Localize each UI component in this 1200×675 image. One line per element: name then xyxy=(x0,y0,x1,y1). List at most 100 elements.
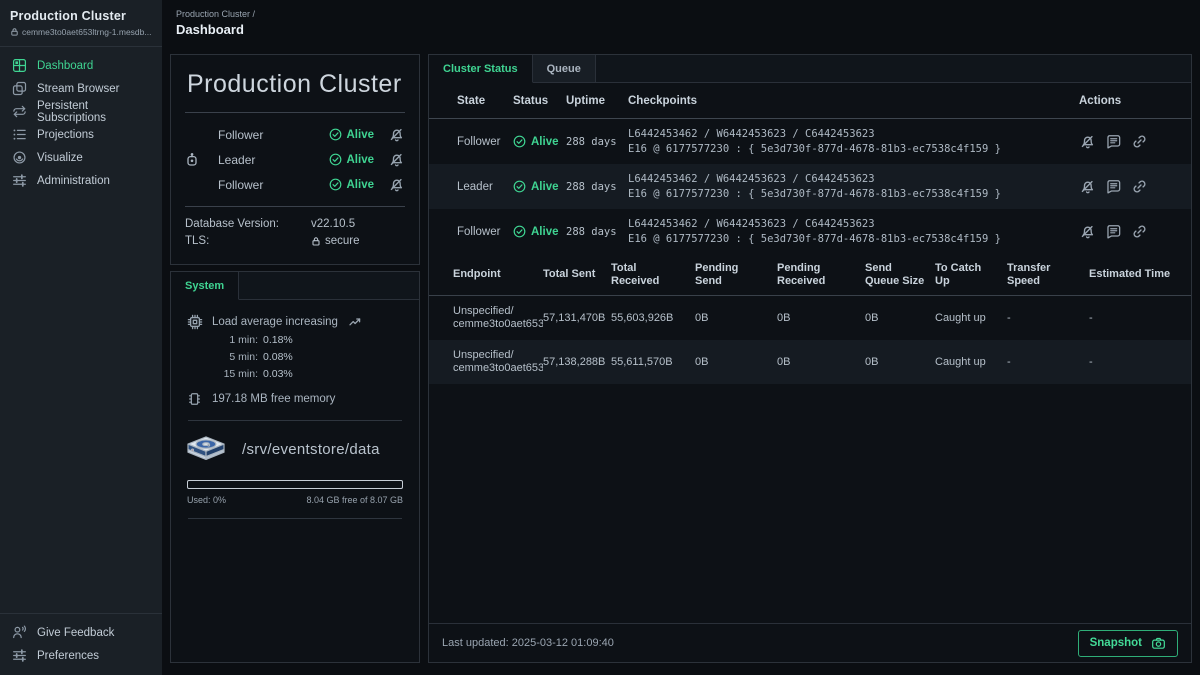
col-pending-received: Pending Received xyxy=(777,262,865,288)
disk-usage-labels: Used: 0% 8.04 GB free of 8.07 GB xyxy=(187,495,403,505)
sidebar-item-give-feedback[interactable]: Give Feedback xyxy=(0,621,162,644)
node-role: Follower xyxy=(218,128,329,142)
transfer-speed-cell: - xyxy=(1007,312,1089,324)
load-average-row: Load average increasing xyxy=(187,314,403,330)
tls-value: secure xyxy=(311,235,360,247)
message-log-icon[interactable] xyxy=(1105,223,1122,240)
load-value: 0.03% xyxy=(263,368,293,381)
replication-table-row: Unspecified/ cemme3to0aet653ltrng-1.mesd… xyxy=(429,296,1191,340)
snapshot-button-label: Snapshot xyxy=(1090,637,1142,649)
col-send-queue-size: Send Queue Size xyxy=(865,262,935,288)
uptime-cell: 288 days xyxy=(566,226,628,238)
system-body: Load average increasing 1 min: 0.18% xyxy=(171,300,419,533)
endpoint-line-2: cemme3to0aet653ltrng-1.mesdb... xyxy=(453,318,543,331)
system-panel: System Load average increasing xyxy=(170,271,420,663)
check-circle-icon xyxy=(513,135,526,148)
endpoint-line-1: Unspecified/ xyxy=(453,349,543,362)
tab-queue[interactable]: Queue xyxy=(533,55,596,82)
panel-empty-space xyxy=(429,384,1191,623)
message-log-icon[interactable] xyxy=(1105,133,1122,150)
disk-path: /srv/eventstore/data xyxy=(242,441,380,458)
cluster-status-panel: Cluster Status Queue State Status Uptime… xyxy=(428,54,1192,663)
bell-slash-icon[interactable] xyxy=(1079,133,1096,150)
sidebar-item-label: Persistent Subscriptions xyxy=(37,100,150,124)
content: Production Cluster Follower Alive xyxy=(170,54,1192,675)
link-icon[interactable] xyxy=(1131,178,1148,195)
overview-title: Production Cluster xyxy=(187,70,405,99)
node-row-follower-1: Follower Alive xyxy=(185,122,405,147)
state-cell: Follower xyxy=(457,226,513,238)
leader-badge-icon xyxy=(185,153,205,167)
sidebar-item-stream-browser[interactable]: Stream Browser xyxy=(0,77,162,100)
bell-slash-icon[interactable] xyxy=(1079,223,1096,240)
sidebar-item-label: Preferences xyxy=(37,650,99,662)
checkpoint-line-1: L6442453462 / W6442453623 / C6442453623 xyxy=(628,127,1079,142)
load-average-lines: 1 min: 0.18% 5 min: 0.08% 15 min: 0.03% xyxy=(212,334,403,381)
message-log-icon[interactable] xyxy=(1105,178,1122,195)
to-catch-up-cell: Caught up xyxy=(935,356,1007,368)
bell-slash-icon[interactable] xyxy=(388,126,405,143)
col-status: Status xyxy=(513,95,566,107)
tab-cluster-status[interactable]: Cluster Status xyxy=(429,55,533,83)
pending-received-cell: 0B xyxy=(777,312,865,324)
check-circle-icon xyxy=(513,180,526,193)
lock-icon xyxy=(10,27,19,37)
pending-send-cell: 0B xyxy=(695,312,777,324)
bell-slash-icon[interactable] xyxy=(388,151,405,168)
memory-chip-icon xyxy=(187,391,203,407)
snapshot-button[interactable]: Snapshot xyxy=(1078,630,1178,657)
sliders-icon xyxy=(12,173,27,188)
to-catch-up-cell: Caught up xyxy=(935,312,1007,324)
load-value: 0.18% xyxy=(263,334,293,347)
link-icon[interactable] xyxy=(1131,223,1148,240)
repeat-icon xyxy=(12,104,27,119)
last-updated-text: Last updated: 2025-03-12 01:09:40 xyxy=(442,637,614,649)
load-label: 5 min: xyxy=(212,351,258,364)
send-queue-size-cell: 0B xyxy=(865,312,935,324)
link-icon[interactable] xyxy=(1131,133,1148,150)
list-icon xyxy=(12,127,27,142)
checkpoint-line-1: L6442453462 / W6442453623 / C6442453623 xyxy=(628,172,1079,187)
panel-footer: Last updated: 2025-03-12 01:09:40 Snapsh… xyxy=(429,623,1191,662)
sidebar-item-preferences[interactable]: Preferences xyxy=(0,644,162,667)
free-memory-text: 197.18 MB free memory xyxy=(212,393,335,405)
sidebar-item-persistent-subscriptions[interactable]: Persistent Subscriptions xyxy=(0,100,162,123)
checkpoint-line-2: E16 @ 6177577230 : { 5e3d730f-877d-4678-… xyxy=(628,187,1079,202)
layers-icon xyxy=(12,81,27,96)
sidebar-item-administration[interactable]: Administration xyxy=(0,169,162,192)
state-cell: Follower xyxy=(457,136,513,148)
endpoint-cell: Unspecified/ cemme3to0aet653ltrng-1.mesd… xyxy=(453,349,543,375)
total-sent-cell: 57,138,288B xyxy=(543,356,611,368)
breadcrumb[interactable]: Production Cluster / xyxy=(176,9,1192,19)
col-pending-send: Pending Send xyxy=(695,262,777,288)
sidebar-item-dashboard[interactable]: Dashboard xyxy=(0,54,162,77)
cluster-title: Production Cluster xyxy=(10,9,152,23)
tls-value-text: secure xyxy=(325,235,360,247)
estimated-time-cell: - xyxy=(1089,356,1183,368)
col-endpoint: Endpoint xyxy=(453,268,543,281)
trending-up-icon xyxy=(349,318,361,326)
col-state: State xyxy=(457,95,513,107)
total-received-cell: 55,611,570B xyxy=(611,356,695,368)
load-line-5min: 5 min: 0.08% xyxy=(212,351,403,364)
sidebar-item-projections[interactable]: Projections xyxy=(0,123,162,146)
estimated-time-cell: - xyxy=(1089,312,1183,324)
node-status-label: Alive xyxy=(347,179,375,191)
sidebar-item-visualize[interactable]: Visualize xyxy=(0,146,162,169)
disk-usage-bar xyxy=(187,480,403,489)
tab-system[interactable]: System xyxy=(171,272,239,300)
status-table-header: State Status Uptime Checkpoints Actions xyxy=(429,83,1191,119)
sidebar-item-label: Dashboard xyxy=(37,60,93,72)
left-column: Production Cluster Follower Alive xyxy=(170,54,420,663)
load-label: 15 min: xyxy=(212,368,258,381)
endpoint-line-2: cemme3to0aet653ltrng-1.mesdb... xyxy=(453,362,543,375)
checkpoint-line-2: E16 @ 6177577230 : { 5e3d730f-877d-4678-… xyxy=(628,142,1079,157)
free-memory-row: 197.18 MB free memory xyxy=(187,391,403,407)
bell-slash-icon[interactable] xyxy=(1079,178,1096,195)
load-average-title: Load average increasing xyxy=(212,316,338,328)
load-line-1min: 1 min: 0.18% xyxy=(212,334,403,347)
cluster-tabbar: Cluster Status Queue xyxy=(429,55,1191,83)
bell-slash-icon[interactable] xyxy=(388,176,405,193)
camera-icon xyxy=(1151,636,1166,651)
sidebar-item-label: Visualize xyxy=(37,152,83,164)
